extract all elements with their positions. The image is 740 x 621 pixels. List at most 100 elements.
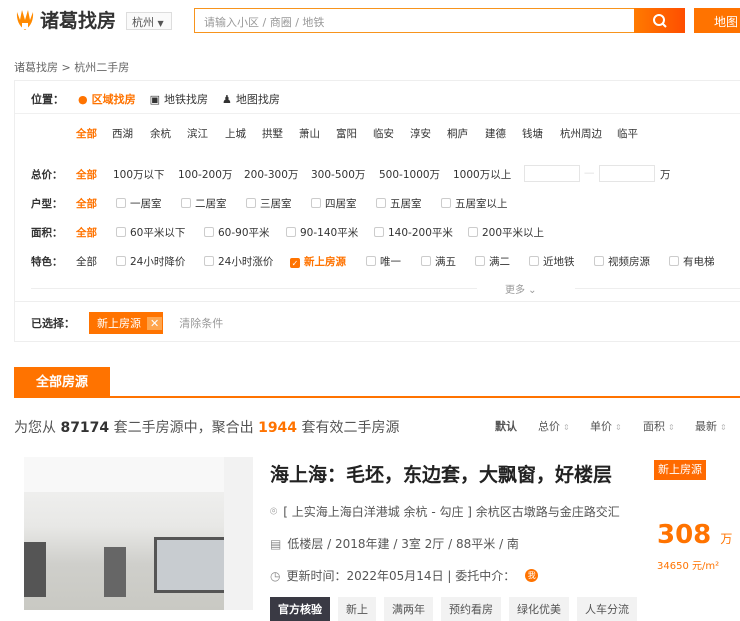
- filter-panel: 位置： ● 区域找房 ▣ 地铁找房 ♟ 地图找房 全部 西湖 余杭 滨江 上城 拱墅 萧山 富阳 临安…: [14, 80, 740, 342]
- checkbox[interactable]: [594, 256, 604, 266]
- checkbox[interactable]: [475, 256, 485, 266]
- checkbox[interactable]: [366, 256, 376, 266]
- area-option[interactable]: 60-90平米: [204, 225, 270, 240]
- area-option[interactable]: 全部: [76, 225, 97, 240]
- price-option[interactable]: 100-200万: [178, 167, 232, 182]
- layout-option[interactable]: 二居室: [181, 196, 227, 211]
- sort-3[interactable]: 面积 ⇕: [643, 418, 675, 434]
- sort-0[interactable]: 默认: [495, 418, 517, 434]
- tab-area-search[interactable]: ● 区域找房: [78, 91, 136, 107]
- layout-option[interactable]: 三居室: [246, 196, 292, 211]
- location-row: 位置： ● 区域找房 ▣ 地铁找房 ♟ 地图找房: [31, 91, 280, 107]
- feature-option[interactable]: 近地铁: [529, 254, 575, 269]
- listing-title[interactable]: 海上海：毛坯，东边套，大飘窗，好楼层: [270, 460, 612, 487]
- sort-4[interactable]: 最新 ⇕: [695, 418, 727, 434]
- area-option[interactable]: 90-140平米: [286, 225, 358, 240]
- update-text: 更新时间：2022年05月14日 | 委托中介：: [286, 569, 516, 583]
- checkbox[interactable]: [311, 198, 321, 208]
- checkbox[interactable]: [468, 227, 478, 237]
- breadcrumb[interactable]: 诸葛找房 > 杭州二手房: [14, 59, 129, 75]
- checkbox[interactable]: [116, 256, 126, 266]
- district-option[interactable]: 西湖: [112, 126, 133, 141]
- price-option[interactable]: 100万以下: [113, 167, 165, 182]
- district-option[interactable]: 淳安: [410, 126, 431, 141]
- listing-photo[interactable]: [24, 457, 253, 610]
- price-option[interactable]: 200-300万: [244, 167, 298, 182]
- logo[interactable]: 诸葛找房: [14, 6, 116, 33]
- layout-option[interactable]: 全部: [76, 196, 97, 211]
- district-option[interactable]: 临安: [373, 126, 394, 141]
- map-search-button[interactable]: 地图: [694, 8, 740, 33]
- checkbox[interactable]: [529, 256, 539, 266]
- agent-badge[interactable]: 我: [525, 569, 539, 582]
- min-price-input[interactable]: [524, 165, 580, 182]
- tab-map-search[interactable]: ♟ 地图找房: [222, 91, 280, 107]
- district-option[interactable]: 临平: [617, 126, 638, 141]
- listing-tag: 人车分流: [577, 597, 637, 621]
- checkbox[interactable]: [116, 198, 126, 208]
- checkbox[interactable]: [181, 198, 191, 208]
- more-button[interactable]: 更多 ⌄: [505, 281, 537, 296]
- price-option[interactable]: 1000万以上: [453, 167, 511, 182]
- feature-option[interactable]: 有电梯: [669, 254, 715, 269]
- checkbox[interactable]: [246, 198, 256, 208]
- checkbox[interactable]: [204, 227, 214, 237]
- price-option[interactable]: 全部: [76, 167, 97, 182]
- feature-option[interactable]: 唯一: [366, 254, 401, 269]
- feature-option[interactable]: ✓ 新上房源: [290, 254, 346, 269]
- sort-2[interactable]: 单价 ⇕: [590, 418, 622, 434]
- tab-all-listings[interactable]: 全部房源: [14, 367, 110, 398]
- checkbox[interactable]: [204, 256, 214, 266]
- feature-option[interactable]: 全部: [76, 254, 97, 269]
- feature-option[interactable]: 视频房源: [594, 254, 650, 269]
- district-option[interactable]: 滨江: [187, 126, 208, 141]
- checkbox[interactable]: ✓: [290, 258, 300, 268]
- max-price-input[interactable]: [599, 165, 655, 182]
- tab-subway-search[interactable]: ▣ 地铁找房: [150, 91, 208, 107]
- district-option[interactable]: 上城: [225, 126, 246, 141]
- district-option[interactable]: 萧山: [299, 126, 320, 141]
- feature-option[interactable]: 24小时涨价: [204, 254, 273, 269]
- area-option[interactable]: 140-200平米: [374, 225, 453, 240]
- close-icon[interactable]: ✕: [147, 316, 163, 330]
- search-button[interactable]: [634, 8, 685, 33]
- layout-option[interactable]: 五居室以上: [441, 196, 508, 211]
- price-option[interactable]: 500-1000万: [379, 167, 440, 182]
- features-label: 视频房源: [608, 256, 650, 268]
- layout-option[interactable]: 五居室: [376, 196, 422, 211]
- district-option[interactable]: 杭州周边: [560, 126, 602, 141]
- feature-option[interactable]: 满五: [421, 254, 456, 269]
- layout-option[interactable]: 四居室: [311, 196, 357, 211]
- district-option[interactable]: 余杭: [150, 126, 171, 141]
- layouts-label: 一居室: [130, 198, 162, 210]
- tab-label: 地图找房: [235, 93, 280, 106]
- checkbox[interactable]: [116, 227, 126, 237]
- checkbox[interactable]: [441, 198, 451, 208]
- district-option[interactable]: 富阳: [336, 126, 357, 141]
- checkbox[interactable]: [286, 227, 296, 237]
- checkbox[interactable]: [374, 227, 384, 237]
- selected-chip[interactable]: 新上房源 ✕: [89, 312, 164, 334]
- divider: [31, 288, 477, 289]
- more-label: 更多: [505, 285, 525, 296]
- district-option[interactable]: 桐庐: [447, 126, 468, 141]
- district-option[interactable]: 拱墅: [262, 126, 283, 141]
- address-text[interactable]: [ 上实海上海白洋港城 余杭 - 勾庄 ] 余杭区古墩路与金庄路交汇: [283, 503, 620, 520]
- feature-option[interactable]: 满二: [475, 254, 510, 269]
- checkbox[interactable]: [376, 198, 386, 208]
- feature-option[interactable]: 24小时降价: [116, 254, 185, 269]
- clear-filters-link[interactable]: 清除条件: [179, 315, 223, 331]
- layouts-label: 三居室: [260, 198, 292, 210]
- district-option[interactable]: 钱塘: [522, 126, 543, 141]
- price-option[interactable]: 300-500万: [311, 167, 365, 182]
- sort-1[interactable]: 总价 ⇕: [538, 418, 570, 434]
- district-option[interactable]: 建德: [485, 126, 506, 141]
- area-option[interactable]: 60平米以下: [116, 225, 185, 240]
- city-select[interactable]: 杭州 ▼: [126, 12, 172, 30]
- checkbox[interactable]: [421, 256, 431, 266]
- checkbox[interactable]: [669, 256, 679, 266]
- search-input[interactable]: 请输入小区 / 商圈 / 地铁: [194, 8, 635, 33]
- district-option[interactable]: 全部: [76, 126, 97, 141]
- layout-option[interactable]: 一居室: [116, 196, 162, 211]
- area-option[interactable]: 200平米以上: [468, 225, 544, 240]
